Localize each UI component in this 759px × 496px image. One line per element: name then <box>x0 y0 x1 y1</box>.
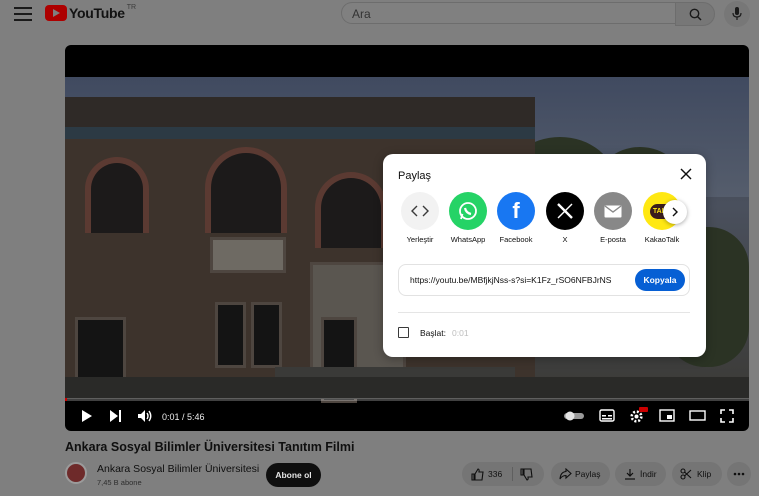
autoplay-toggle-icon[interactable] <box>563 411 585 421</box>
subscribe-button[interactable]: Abone ol <box>266 463 321 487</box>
share-x-button[interactable]: X <box>540 192 590 244</box>
scissors-icon <box>680 468 692 480</box>
clip-button-label: Klip <box>697 469 712 479</box>
share-label: Facebook <box>499 235 533 244</box>
x-icon <box>546 192 584 230</box>
share-next-button[interactable] <box>663 200 687 224</box>
download-icon <box>625 469 635 480</box>
channel-avatar[interactable] <box>65 462 87 484</box>
share-facebook-button[interactable]: f Facebook <box>491 192 541 244</box>
youtube-play-logo-icon <box>45 5 67 21</box>
facebook-icon: f <box>497 192 535 230</box>
copy-button[interactable]: Kopyala <box>635 269 685 291</box>
more-actions-button[interactable] <box>727 462 751 486</box>
more-horizontal-icon <box>733 472 745 476</box>
play-icon[interactable] <box>80 409 93 423</box>
share-label: E-posta <box>600 235 626 244</box>
share-email-button[interactable]: E-posta <box>588 192 638 244</box>
whatsapp-icon <box>449 192 487 230</box>
channel-name[interactable]: Ankara Sosyal Bilimler Üniversitesi <box>97 463 259 475</box>
share-button[interactable]: Paylaş <box>551 462 610 486</box>
logo-text: YouTube <box>69 5 125 21</box>
download-button-label: İndir <box>640 469 657 479</box>
share-label: KakaoTalk <box>644 235 680 244</box>
video-title: Ankara Sosyal Bilimler Üniversitesi Tanı… <box>65 440 355 454</box>
progress-bar-fill <box>65 398 68 401</box>
share-label: WhatsApp <box>450 235 486 244</box>
like-count[interactable]: 336 <box>488 462 502 486</box>
divider <box>398 312 690 313</box>
fullscreen-icon[interactable] <box>720 409 734 423</box>
start-at-time[interactable]: 0:01 <box>452 328 469 338</box>
miniplayer-icon[interactable] <box>659 409 675 422</box>
hd-badge <box>639 407 648 412</box>
start-at-label: Başlat: <box>420 328 446 338</box>
share-dialog: Paylaş Yerleştir WhatsApp f Facebook X E… <box>383 154 706 357</box>
embed-icon <box>401 192 439 230</box>
start-at-checkbox[interactable] <box>398 327 409 338</box>
like-dislike-group: 336 <box>462 462 544 486</box>
download-button[interactable]: İndir <box>615 462 666 486</box>
theater-mode-icon[interactable] <box>689 409 706 422</box>
close-icon[interactable] <box>679 167 693 181</box>
share-button-label: Paylaş <box>575 469 601 479</box>
search-icon <box>689 8 702 21</box>
volume-icon[interactable] <box>137 409 153 423</box>
email-icon <box>594 192 632 230</box>
share-targets: Yerleştir WhatsApp f Facebook X E-posta <box>397 192 693 252</box>
dislike-icon[interactable] <box>520 468 533 481</box>
share-link-field[interactable]: https://youtu.be/MBfjkjNss-s?si=K1Fz_rSO… <box>410 275 611 285</box>
microphone-icon <box>732 7 742 20</box>
clip-button[interactable]: Klip <box>672 462 722 486</box>
share-whatsapp-button[interactable]: WhatsApp <box>443 192 493 244</box>
share-embed-button[interactable]: Yerleştir <box>395 192 445 244</box>
share-label: Yerleştir <box>406 235 434 244</box>
share-dialog-title: Paylaş <box>398 170 432 182</box>
subscriber-count: 7,45 B abone <box>97 478 142 487</box>
youtube-logo[interactable]: YouTube TR <box>45 3 137 21</box>
voice-search-button[interactable] <box>724 1 750 27</box>
share-arrow-icon <box>559 468 572 480</box>
hamburger-menu-icon[interactable] <box>14 7 32 21</box>
progress-bar[interactable] <box>65 398 749 401</box>
search-button[interactable] <box>675 2 715 26</box>
top-bar: YouTube TR Ara <box>0 0 759 28</box>
player-controls: 0:01 / 5:46 <box>65 403 749 431</box>
share-label: X <box>562 235 568 244</box>
next-video-icon[interactable] <box>109 409 122 423</box>
search-bar: Ara <box>341 2 715 26</box>
chevron-right-icon <box>672 207 678 217</box>
share-link-box: https://youtu.be/MBfjkjNss-s?si=K1Fz_rSO… <box>398 264 690 296</box>
search-input[interactable]: Ara <box>341 2 675 24</box>
subtitles-icon[interactable] <box>599 409 615 422</box>
time-display: 0:01 / 5:46 <box>162 412 205 422</box>
logo-country-code: TR <box>126 3 137 11</box>
like-icon[interactable] <box>471 468 484 481</box>
